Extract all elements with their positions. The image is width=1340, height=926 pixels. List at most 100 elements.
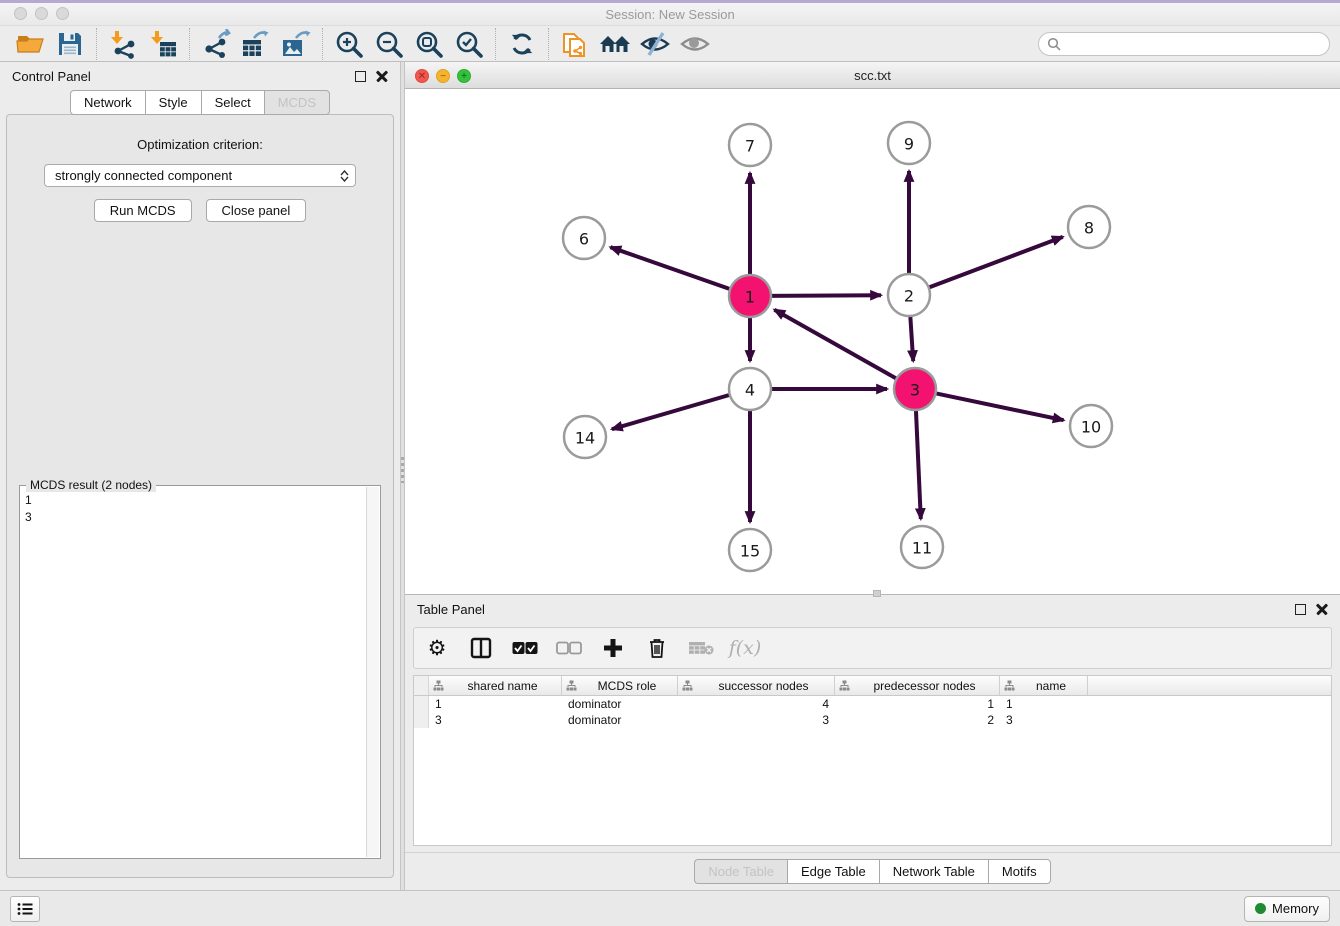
graph-node-8[interactable]: 8 <box>1068 206 1110 248</box>
table-tab-motifs[interactable]: Motifs <box>988 859 1051 884</box>
splitter-grip[interactable] <box>401 457 404 483</box>
control-panel-title: Control Panel <box>12 69 91 84</box>
delete-column-button[interactable] <box>644 635 670 661</box>
export-image-button[interactable] <box>276 28 316 60</box>
memory-button[interactable]: Memory <box>1244 896 1330 922</box>
export-network-button[interactable] <box>196 28 236 60</box>
table-cell[interactable]: 1 <box>835 697 1000 711</box>
home-view-button[interactable] <box>595 28 635 60</box>
add-column-button[interactable] <box>600 635 626 661</box>
apply-layout-button[interactable] <box>502 28 542 60</box>
open-file-button[interactable] <box>10 28 50 60</box>
tab-select[interactable]: Select <box>201 90 264 115</box>
minimize-window-button[interactable] <box>35 7 48 20</box>
graph-node-14[interactable]: 14 <box>564 416 606 458</box>
network-canvas[interactable]: 7 9 6 8 1 2 4 3 14 10 15 11 <box>405 89 1340 594</box>
table-cell[interactable]: dominator <box>562 697 678 711</box>
show-task-history-button[interactable] <box>10 896 40 922</box>
graph-edge-3-1[interactable] <box>774 310 899 381</box>
column-header-MCDS-role[interactable]: MCDS role <box>562 676 678 695</box>
graph-node-9[interactable]: 9 <box>888 122 930 164</box>
table-tab-edge-table[interactable]: Edge Table <box>787 859 879 884</box>
run-mcds-button[interactable]: Run MCDS <box>94 199 192 222</box>
table-cell[interactable]: 1 <box>429 697 562 711</box>
close-panel-icon[interactable] <box>376 70 388 82</box>
graph-edge-3-11[interactable] <box>916 407 921 519</box>
zoom-in-button[interactable] <box>329 28 369 60</box>
float-panel-icon[interactable] <box>355 71 366 82</box>
toggle-columns-button[interactable] <box>468 635 494 661</box>
graph-edge-2-3[interactable] <box>910 313 913 361</box>
column-header-successor-nodes[interactable]: successor nodes <box>678 676 835 695</box>
graph-edge-1-6[interactable] <box>610 247 733 290</box>
graph-node-4[interactable]: 4 <box>729 368 771 410</box>
delete-table-button[interactable] <box>688 635 714 661</box>
tab-mcds[interactable]: MCDS <box>264 90 330 115</box>
table-cell[interactable]: dominator <box>562 713 678 727</box>
float-table-panel-icon[interactable] <box>1295 604 1306 615</box>
export-table-button[interactable] <box>236 28 276 60</box>
graph-node-6[interactable]: 6 <box>563 217 605 259</box>
frame-close-button[interactable]: ✕ <box>415 69 429 83</box>
show-graphics-details-button[interactable] <box>675 28 715 60</box>
toolbar-separator <box>96 28 97 60</box>
table-cell[interactable]: 2 <box>835 713 1000 727</box>
list-icon <box>17 902 33 916</box>
table-cell[interactable]: 3 <box>429 713 562 727</box>
export-table-icon <box>240 29 272 59</box>
apply-function-button[interactable]: f(x) <box>732 635 758 661</box>
graph-node-7[interactable]: 7 <box>729 124 771 166</box>
zoom-selected-button[interactable] <box>449 28 489 60</box>
horizontal-splitter-grip[interactable] <box>873 590 881 597</box>
column-header-shared-name[interactable]: shared name <box>429 676 562 695</box>
search-field[interactable] <box>1038 32 1330 56</box>
import-network-button[interactable] <box>103 28 143 60</box>
mcds-result-box: MCDS result (2 nodes) 13 <box>19 485 381 859</box>
frame-minimize-button[interactable]: − <box>436 69 450 83</box>
close-table-panel-icon[interactable] <box>1316 603 1328 615</box>
columns-icon <box>470 637 492 659</box>
column-header-predecessor-nodes[interactable]: predecessor nodes <box>835 676 1000 695</box>
close-window-button[interactable] <box>14 7 27 20</box>
frame-maximize-button[interactable]: + <box>457 69 471 83</box>
zoom-window-button[interactable] <box>56 7 69 20</box>
criterion-select[interactable]: strongly connected component <box>44 164 356 187</box>
refresh-icon <box>507 29 537 59</box>
graph-edge-2-8[interactable] <box>926 237 1063 289</box>
search-input[interactable] <box>1066 37 1321 51</box>
graph-node-11[interactable]: 11 <box>901 526 943 568</box>
import-table-button[interactable] <box>143 28 183 60</box>
graph-node-3[interactable]: 3 <box>894 368 936 410</box>
table-row[interactable]: 3dominator323 <box>414 712 1331 728</box>
graph-edge-4-14[interactable] <box>612 394 733 429</box>
select-all-button[interactable] <box>512 635 538 661</box>
table-cell[interactable]: 3 <box>1000 713 1088 727</box>
toolbar-separator <box>189 28 190 60</box>
save-session-button[interactable] <box>50 28 90 60</box>
tab-style[interactable]: Style <box>145 90 201 115</box>
deselect-all-button[interactable] <box>556 635 582 661</box>
table-cell[interactable]: 1 <box>1000 697 1088 711</box>
graph-node-15[interactable]: 15 <box>729 529 771 571</box>
zoom-out-button[interactable] <box>369 28 409 60</box>
tab-network[interactable]: Network <box>70 90 145 115</box>
graph-node-1[interactable]: 1 <box>729 275 771 317</box>
svg-text:2: 2 <box>904 287 914 306</box>
graph-node-2[interactable]: 2 <box>888 274 930 316</box>
column-header-name[interactable]: name <box>1000 676 1088 695</box>
network-graph[interactable]: 7 9 6 8 1 2 4 3 14 10 15 11 <box>405 89 1340 594</box>
close-panel-button[interactable]: Close panel <box>206 199 307 222</box>
graph-edge-3-10[interactable] <box>933 393 1064 421</box>
table-cell[interactable]: 4 <box>678 697 835 711</box>
table-row[interactable]: 1dominator411 <box>414 696 1331 712</box>
graph-node-10[interactable]: 10 <box>1070 405 1112 447</box>
zoom-fit-button[interactable] <box>409 28 449 60</box>
table-settings-button[interactable]: ⚙ <box>424 635 450 661</box>
table-tab-network-table[interactable]: Network Table <box>879 859 988 884</box>
table-cell[interactable]: 3 <box>678 713 835 727</box>
result-scrollbar[interactable] <box>366 487 379 857</box>
table-tab-node-table[interactable]: Node Table <box>694 859 787 884</box>
hide-graphics-details-button[interactable] <box>635 28 675 60</box>
graph-edge-1-2[interactable] <box>768 295 881 296</box>
clone-network-view-button[interactable] <box>555 28 595 60</box>
